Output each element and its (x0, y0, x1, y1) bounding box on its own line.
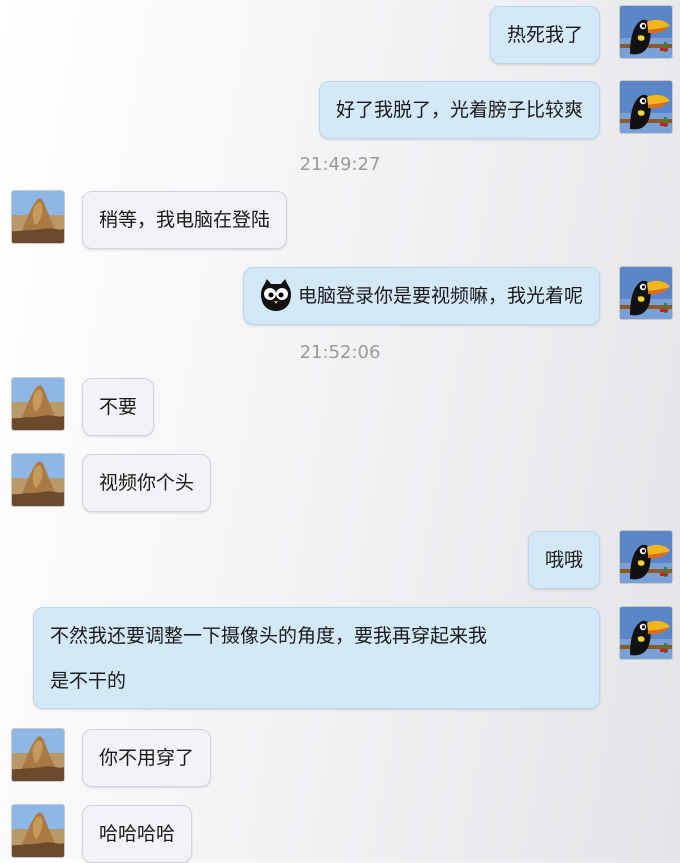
message-bubble-incoming[interactable]: 哈哈哈哈 (82, 805, 193, 863)
message-bubble-outgoing[interactable]: 热死我了 (489, 6, 600, 64)
message-text: 电脑登录你是要视频嘛，我光着呢 (297, 285, 583, 307)
rock-mountain-avatar[interactable] (11, 377, 65, 431)
message-row-incoming: 视频你个头 (0, 453, 680, 512)
message-text: 稍等，我电脑在登陆 (99, 209, 271, 231)
message-bubble-incoming[interactable]: 视频你个头 (82, 454, 212, 512)
rock-mountain-avatar[interactable] (11, 804, 65, 858)
message-text: 不要 (99, 396, 138, 418)
owl-emoji-icon (260, 278, 292, 311)
timestamp: 21:49:27 (299, 154, 381, 175)
message-row-incoming: 哈哈哈哈 (0, 804, 680, 863)
message-bubble-outgoing[interactable]: 哦哦 (527, 531, 600, 589)
rock-mountain-avatar[interactable] (11, 453, 65, 507)
toucan-bird-avatar[interactable] (619, 80, 673, 134)
message-text: 你不用穿了 (99, 747, 195, 769)
message-row-outgoing: 哦哦 (0, 530, 680, 589)
toucan-bird-avatar[interactable] (619, 530, 673, 584)
message-text: 视频你个头 (99, 472, 195, 494)
message-bubble-incoming[interactable]: 不要 (82, 378, 155, 436)
message-text: 哈哈哈哈 (99, 823, 176, 845)
message-row-outgoing: 不然我还要调整一下摄像头的角度，要我再穿起来我 是不干的 (0, 606, 680, 710)
message-bubble-outgoing[interactable]: 好了我脱了，光着膀子比较爽 (318, 81, 600, 139)
rock-mountain-avatar[interactable] (11, 190, 65, 244)
message-text-line: 是不干的 (50, 670, 127, 692)
toucan-bird-avatar[interactable] (619, 5, 673, 59)
toucan-bird-avatar[interactable] (619, 606, 673, 660)
message-row-incoming: 稍等，我电脑在登陆 (0, 190, 680, 249)
message-text: 好了我脱了，光着膀子比较爽 (335, 99, 583, 121)
message-row-incoming: 你不用穿了 (0, 728, 680, 787)
message-row-outgoing: 好了我脱了，光着膀子比较爽 (0, 80, 680, 139)
toucan-bird-avatar[interactable] (619, 266, 673, 320)
message-text: 哦哦 (544, 549, 583, 571)
chat-message-list: 热死我了 好了我脱了，光着膀子比较爽 21:49:27 稍等，我电脑在登陆 电脑 (0, 0, 680, 863)
message-row-incoming: 不要 (0, 377, 680, 436)
timestamp: 21:52:06 (299, 342, 381, 363)
message-bubble-incoming[interactable]: 稍等，我电脑在登陆 (82, 191, 288, 249)
message-row-outgoing: 电脑登录你是要视频嘛，我光着呢 (0, 266, 680, 325)
message-row-outgoing: 热死我了 (0, 5, 680, 64)
message-bubble-outgoing[interactable]: 电脑登录你是要视频嘛，我光着呢 (242, 267, 600, 325)
message-bubble-outgoing[interactable]: 不然我还要调整一下摄像头的角度，要我再穿起来我 是不干的 (33, 607, 600, 709)
message-text-line: 不然我还要调整一下摄像头的角度，要我再穿起来我 (50, 625, 488, 647)
rock-mountain-avatar[interactable] (11, 728, 65, 782)
message-bubble-incoming[interactable]: 你不用穿了 (82, 729, 212, 787)
message-text: 热死我了 (506, 24, 583, 46)
